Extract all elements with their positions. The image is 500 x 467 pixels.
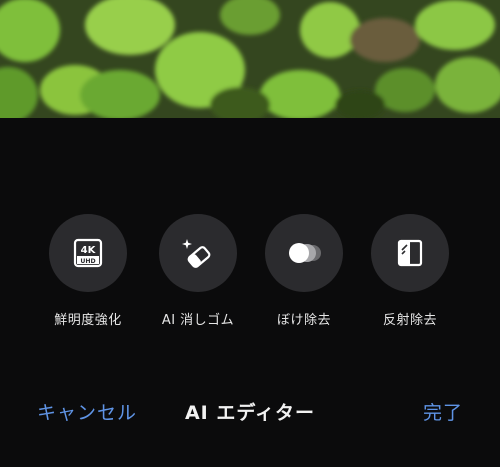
tool-button-blur-removal[interactable] bbox=[265, 214, 343, 292]
tool-label-ai-eraser: AI 消しゴム bbox=[161, 313, 235, 328]
blur-remove-icon bbox=[289, 243, 321, 263]
tool-label-sharpness: 鮮明度強化 bbox=[54, 313, 122, 328]
photo-preview bbox=[0, 0, 500, 118]
tool-label-blur-removal: ぼけ除去 bbox=[276, 313, 331, 328]
tool-button-sharpness[interactable]: 4K UHD bbox=[49, 214, 127, 292]
tool-button-reflection-removal[interactable] bbox=[371, 214, 449, 292]
tool-reflection-removal[interactable]: 反射除去 bbox=[360, 214, 460, 328]
tool-button-ai-eraser[interactable] bbox=[159, 214, 237, 292]
done-button[interactable]: 完了 bbox=[423, 398, 463, 425]
eraser-sparkle-icon bbox=[182, 239, 211, 268]
tool-ai-eraser[interactable]: AI 消しゴム bbox=[148, 214, 248, 328]
tool-sharpness[interactable]: 4K UHD 鮮明度強化 bbox=[38, 214, 138, 328]
leaf-photo-image bbox=[0, 0, 500, 118]
reflection-remove-icon bbox=[397, 239, 423, 267]
svg-text:4K: 4K bbox=[81, 245, 97, 256]
tool-blur-removal[interactable]: ぼけ除去 bbox=[254, 214, 354, 328]
bottom-bar: キャンセル AI エディター 完了 bbox=[0, 392, 500, 428]
tool-label-reflection-removal: 反射除去 bbox=[382, 313, 437, 328]
svg-text:UHD: UHD bbox=[80, 258, 95, 265]
4k-uhd-icon: 4K UHD bbox=[73, 238, 103, 268]
tool-row: 4K UHD 鮮明度強化 AI 消しゴム ぼけ除去 反射除去 bbox=[0, 214, 500, 334]
